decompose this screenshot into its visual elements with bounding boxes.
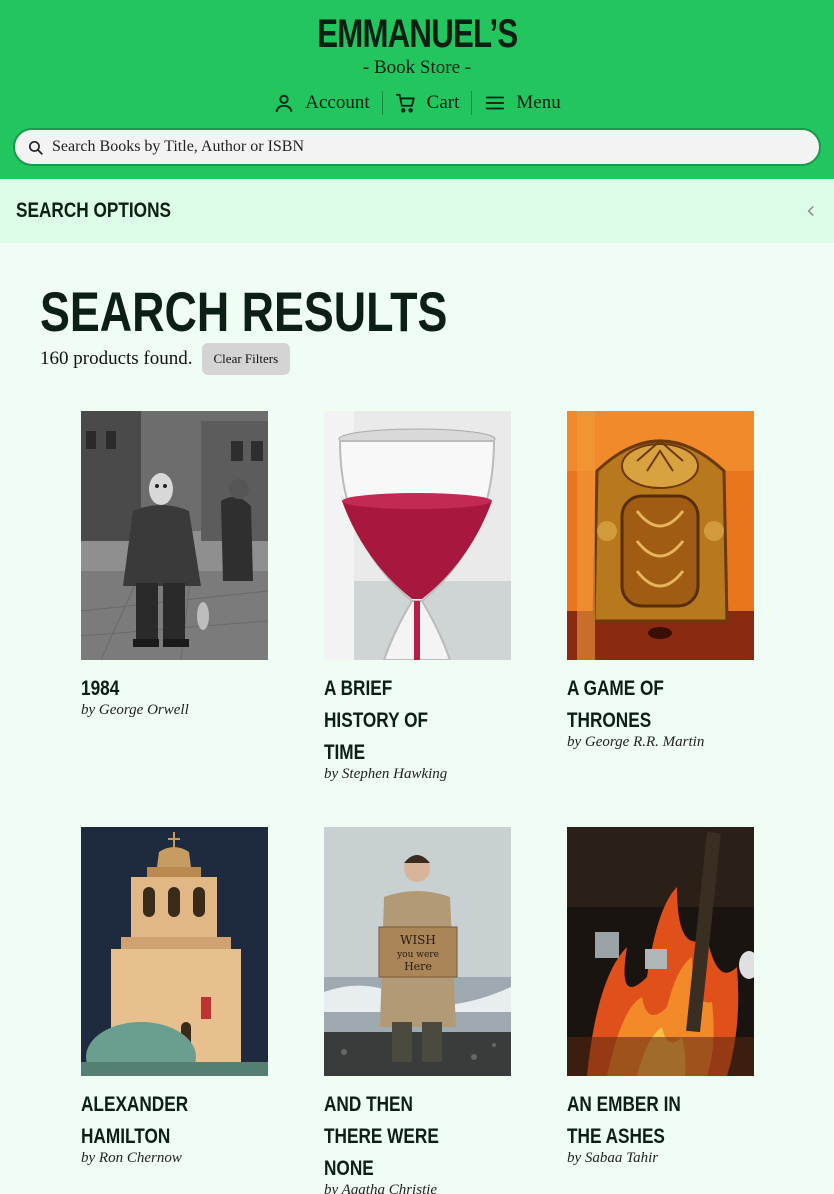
site-header: EMMANUEL’S - Book Store - Account Cart M…: [0, 0, 834, 179]
nav-menu[interactable]: Menu: [472, 88, 572, 118]
book-card[interactable]: ALEXANDER HAMILTON by Ron Chernow: [81, 827, 271, 1167]
svg-text:WISH: WISH: [400, 933, 436, 947]
results-meta: 160 products found. Clear Filters: [40, 343, 291, 375]
hourglass-photo: [324, 411, 511, 660]
nav-divider: [381, 91, 383, 115]
chevron-left-icon[interactable]: [804, 204, 818, 218]
nav-account-label: Account: [305, 92, 370, 113]
book-card[interactable]: A GAME OF THRONES by George R.R. Martin: [567, 411, 757, 751]
book-cover-image[interactable]: [81, 411, 268, 660]
nav-cart[interactable]: Cart: [383, 88, 472, 118]
campfire-photo: [567, 827, 754, 1076]
ornate-throne-photo: [567, 411, 754, 660]
search-input[interactable]: [52, 138, 819, 156]
book-cover-image[interactable]: [324, 411, 511, 660]
results-count: 160 products found.: [40, 348, 193, 369]
nav-account[interactable]: Account: [261, 88, 381, 118]
book-title[interactable]: AN EMBER IN THE ASHES: [567, 1089, 706, 1153]
book-card[interactable]: A BRIEF HISTORY OF TIME by Stephen Hawki…: [324, 411, 514, 783]
svg-text:Here: Here: [404, 960, 432, 973]
brand-name[interactable]: EMMANUEL’S: [317, 12, 518, 56]
brand[interactable]: EMMANUEL’S - Book Store -: [0, 12, 834, 79]
search-options-label: SEARCH OPTIONS: [16, 199, 172, 222]
book-card[interactable]: AN EMBER IN THE ASHES by Sabaa Tahir: [567, 827, 757, 1167]
book-title[interactable]: A GAME OF THRONES: [567, 673, 706, 737]
book-title[interactable]: 1984: [81, 673, 220, 705]
nav-cart-label: Cart: [426, 92, 460, 113]
cart-icon: [395, 93, 415, 113]
book-cover-image[interactable]: [567, 827, 754, 1076]
main-nav: Account Cart Menu: [0, 88, 834, 118]
book-title[interactable]: A BRIEF HISTORY OF TIME: [324, 673, 463, 769]
brand-subtitle: - Book Store -: [362, 57, 472, 78]
book-cover-image[interactable]: [81, 827, 268, 1076]
book-title[interactable]: ALEXANDER HAMILTON: [81, 1089, 220, 1153]
book-cover-image[interactable]: [567, 411, 754, 660]
man-with-sign-photo: WISH you were Here: [324, 827, 511, 1076]
svg-text:you were: you were: [396, 950, 439, 960]
book-card[interactable]: 1984 by George Orwell: [81, 411, 271, 719]
book-title[interactable]: AND THEN THERE WERE NONE: [324, 1089, 463, 1185]
clear-filters-button[interactable]: Clear Filters: [201, 343, 291, 375]
page-title: SEARCH RESULTS: [40, 280, 448, 343]
hamburger-icon: [486, 96, 505, 110]
nav-divider: [471, 91, 473, 115]
search-icon: [28, 140, 43, 155]
church-tower-photo: [81, 827, 268, 1076]
nav-menu-label: Menu: [516, 92, 561, 113]
masked-figure-photo: [81, 411, 268, 660]
user-icon: [276, 94, 293, 113]
search-options-bar[interactable]: SEARCH OPTIONS: [0, 179, 834, 243]
search-bar[interactable]: [13, 128, 821, 166]
book-cover-image[interactable]: WISH you were Here: [324, 827, 511, 1076]
book-card[interactable]: WISH you were Here AND THEN THERE WERE N…: [324, 827, 514, 1194]
